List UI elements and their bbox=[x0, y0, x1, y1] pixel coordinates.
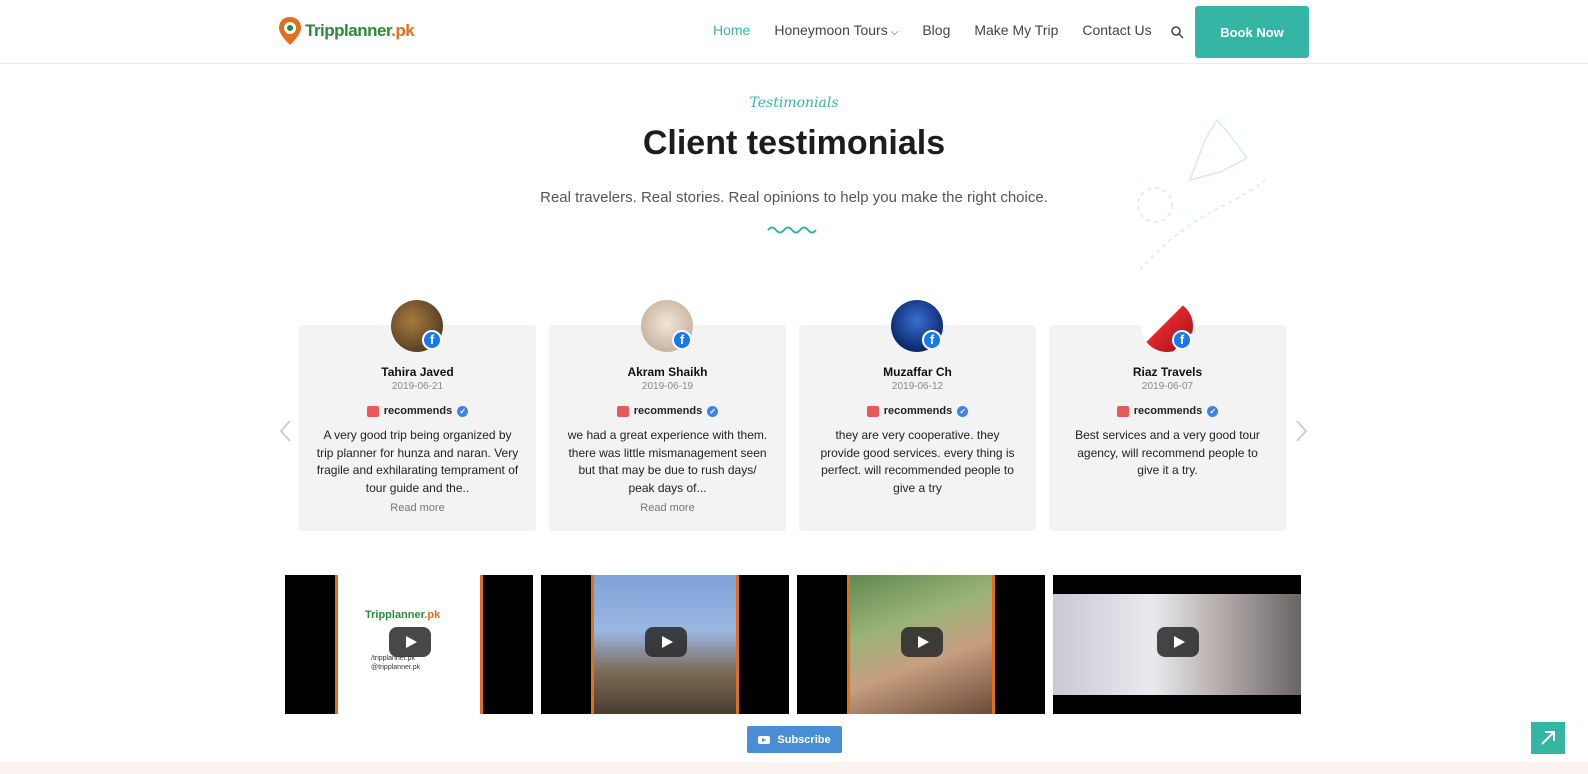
review-date: 2019-06-21 bbox=[391, 381, 444, 392]
mountain-decoration-icon bbox=[1137, 118, 1265, 271]
video-thumbnail[interactable] bbox=[1053, 575, 1301, 714]
read-more-link[interactable]: Read more bbox=[299, 502, 536, 514]
recommend-icon bbox=[616, 405, 629, 417]
facebook-icon: f bbox=[922, 330, 942, 350]
video-caption: @tripplanner.pk bbox=[371, 664, 421, 671]
site-logo[interactable]: Tripplanner.pk bbox=[277, 16, 415, 46]
play-icon[interactable] bbox=[389, 627, 431, 657]
recommends-badge: recommends ✓ bbox=[549, 405, 786, 417]
search-icon[interactable] bbox=[1170, 25, 1184, 39]
site-header: Tripplanner.pk Home Honeymoon Tours ⌵ Blo… bbox=[0, 0, 1588, 64]
review-text: they are very cooperative. they provide … bbox=[820, 428, 1015, 495]
book-now-button[interactable]: Book Now bbox=[1195, 6, 1309, 58]
read-more-link[interactable]: Read more bbox=[549, 502, 786, 514]
reviewer-name: Muzaffar Ch bbox=[883, 365, 952, 379]
play-icon[interactable] bbox=[645, 627, 687, 657]
section-eyebrow: Testimonials bbox=[749, 95, 839, 111]
wave-divider-icon bbox=[767, 226, 817, 234]
testimonial-card: Tahira Javed 2019-06-21 recommends ✓ A v… bbox=[299, 325, 536, 531]
video-thumbnail[interactable] bbox=[541, 575, 789, 714]
nav-home[interactable]: Home bbox=[713, 22, 750, 38]
nav-make-my-trip[interactable]: Make My Trip bbox=[974, 22, 1058, 38]
verified-icon: ✓ bbox=[457, 405, 469, 417]
main-nav: Home Honeymoon Tours ⌵ Blog Make My Trip … bbox=[713, 22, 1176, 38]
recommend-icon bbox=[1116, 405, 1129, 417]
reviewer-name: Riaz Travels bbox=[1132, 365, 1203, 379]
recommend-icon bbox=[366, 405, 379, 417]
verified-icon: ✓ bbox=[707, 405, 719, 417]
video-logo-text: Tripplanner.pk bbox=[365, 609, 441, 621]
nav-blog[interactable]: Blog bbox=[922, 22, 950, 38]
carousel-prev-icon[interactable] bbox=[277, 418, 295, 444]
youtube-icon bbox=[758, 735, 771, 744]
arrow-up-right-icon bbox=[1541, 731, 1555, 745]
review-text: Best services and a very good tour agenc… bbox=[1075, 428, 1260, 477]
review-date: 2019-06-12 bbox=[891, 381, 944, 392]
nav-contact-us[interactable]: Contact Us bbox=[1082, 22, 1151, 38]
play-icon[interactable] bbox=[901, 627, 943, 657]
verified-icon: ✓ bbox=[1207, 405, 1219, 417]
testimonial-card: Muzaffar Ch 2019-06-12 recommends ✓ they… bbox=[799, 325, 1036, 531]
section-subtitle: Real travelers. Real stories. Real opini… bbox=[540, 189, 1048, 206]
footer-strip bbox=[0, 762, 1588, 774]
video-thumbnail[interactable] bbox=[797, 575, 1045, 714]
review-text: we had a great experience with them. the… bbox=[567, 428, 768, 495]
subscribe-button[interactable]: Subscribe bbox=[747, 726, 842, 753]
review-text: A very good trip being organized by trip… bbox=[316, 428, 519, 495]
review-date: 2019-06-07 bbox=[1141, 381, 1194, 392]
recommends-badge: recommends ✓ bbox=[299, 405, 536, 417]
recommends-badge: recommends ✓ bbox=[799, 405, 1036, 417]
review-date: 2019-06-19 bbox=[641, 381, 694, 392]
reviewer-name: Akram Shaikh bbox=[627, 365, 708, 379]
testimonial-card: Riaz Travels 2019-06-07 recommends ✓ Bes… bbox=[1049, 325, 1286, 531]
logo-text: Tripplanner.pk bbox=[305, 21, 415, 40]
chevron-down-icon: ⌵ bbox=[890, 27, 899, 38]
scroll-to-top-button[interactable] bbox=[1531, 722, 1565, 754]
facebook-icon: f bbox=[422, 330, 442, 350]
facebook-icon: f bbox=[672, 330, 692, 350]
video-thumbnail[interactable]: Tripplanner.pk /tripplanner.pk @tripplan… bbox=[285, 575, 533, 714]
recommends-badge: recommends ✓ bbox=[1049, 405, 1286, 417]
reviewer-name: Tahira Javed bbox=[381, 365, 454, 379]
page-title: Client testimonials bbox=[642, 124, 946, 162]
location-pin-icon bbox=[279, 17, 301, 45]
carousel-next-icon[interactable] bbox=[1292, 418, 1310, 444]
testimonial-card: Akram Shaikh 2019-06-19 recommends ✓ we … bbox=[549, 325, 786, 531]
nav-honeymoon-tours[interactable]: Honeymoon Tours ⌵ bbox=[774, 22, 898, 38]
recommend-icon bbox=[866, 405, 879, 417]
verified-icon: ✓ bbox=[957, 405, 969, 417]
facebook-icon: f bbox=[1172, 330, 1192, 350]
play-icon[interactable] bbox=[1157, 627, 1199, 657]
